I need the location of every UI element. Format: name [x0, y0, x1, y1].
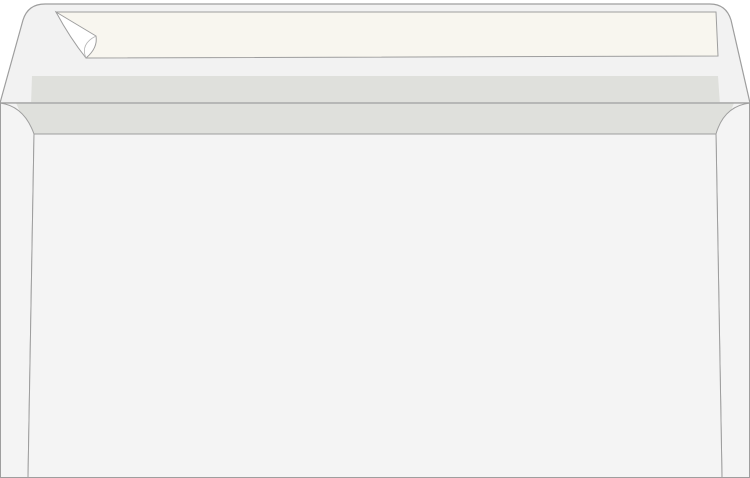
- adhesive-strip-inner: [16, 103, 734, 134]
- envelope-front-panel: [27, 133, 723, 478]
- release-liner-strip: [55, 11, 719, 59]
- envelope-illustration: [0, 3, 750, 478]
